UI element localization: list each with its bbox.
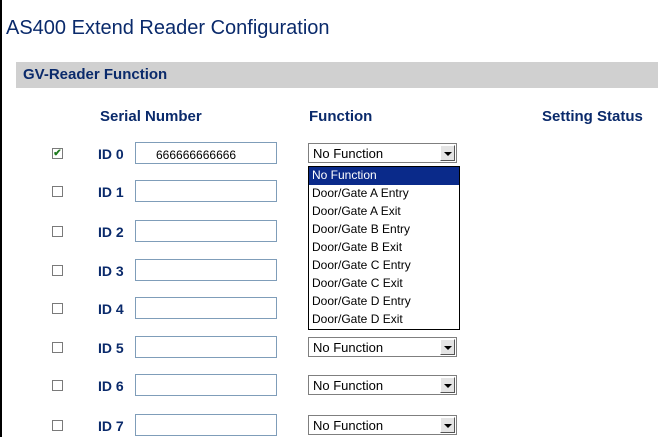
function-select[interactable]: No Function xyxy=(308,375,457,395)
function-select-value: No Function xyxy=(313,418,384,433)
serial-number-input[interactable] xyxy=(135,297,277,319)
function-select-value: No Function xyxy=(313,146,384,161)
dropdown-option[interactable]: Door/Gate D Entry xyxy=(309,293,459,311)
reader-row: ID 5 No Function xyxy=(0,336,658,360)
page-title: AS400 Extend Reader Configuration xyxy=(6,17,330,39)
serial-number-input[interactable] xyxy=(135,259,277,281)
dropdown-option[interactable]: Door/Gate B Entry xyxy=(309,221,459,239)
serial-number-input[interactable] xyxy=(135,336,277,358)
function-select-value: No Function xyxy=(313,340,384,355)
function-select[interactable]: No Function xyxy=(308,337,457,357)
reader-row: ✔ ID 0 No Function xyxy=(0,142,658,166)
column-header-function: Function xyxy=(309,108,373,125)
enable-checkbox[interactable] xyxy=(52,380,63,391)
chevron-down-icon[interactable] xyxy=(440,339,455,355)
section-header: GV-Reader Function xyxy=(16,62,658,88)
enable-checkbox[interactable] xyxy=(52,186,63,197)
id-label: ID 3 xyxy=(98,263,124,279)
serial-number-input[interactable] xyxy=(135,180,277,202)
enable-checkbox[interactable] xyxy=(52,303,63,314)
dropdown-option[interactable]: Door/Gate B Exit xyxy=(309,239,459,257)
function-select[interactable]: No Function xyxy=(308,143,457,163)
serial-number-input[interactable] xyxy=(135,374,277,396)
enable-checkbox[interactable] xyxy=(52,265,63,276)
column-header-setting-status: Setting Status xyxy=(542,108,643,125)
id-label: ID 1 xyxy=(98,184,124,200)
dropdown-option[interactable]: No Function xyxy=(309,167,459,185)
dropdown-option[interactable]: Door/Gate A Exit xyxy=(309,203,459,221)
id-label: ID 7 xyxy=(98,418,124,434)
chevron-down-icon[interactable] xyxy=(440,377,455,393)
chevron-down-icon[interactable] xyxy=(440,145,455,161)
column-header-serial-number: Serial Number xyxy=(100,108,202,125)
serial-number-input[interactable] xyxy=(135,142,277,164)
reader-row: ID 7 No Function xyxy=(0,414,658,438)
enable-checkbox[interactable]: ✔ xyxy=(52,148,63,159)
function-select-value: No Function xyxy=(313,378,384,393)
id-label: ID 6 xyxy=(98,378,124,394)
dropdown-option[interactable]: Door/Gate C Exit xyxy=(309,275,459,293)
id-label: ID 4 xyxy=(98,301,124,317)
dropdown-option[interactable]: Door/Gate D Exit xyxy=(309,311,459,329)
enable-checkbox[interactable] xyxy=(52,342,63,353)
id-label: ID 2 xyxy=(98,224,124,240)
serial-number-input[interactable] xyxy=(135,414,277,436)
chevron-down-icon[interactable] xyxy=(440,417,455,433)
reader-row: ID 6 No Function xyxy=(0,374,658,398)
function-dropdown-list: No Function Door/Gate A Entry Door/Gate … xyxy=(308,166,460,330)
left-border xyxy=(0,0,2,437)
serial-number-input[interactable] xyxy=(135,220,277,242)
section-title: GV-Reader Function xyxy=(23,66,168,83)
dropdown-option[interactable]: Door/Gate C Entry xyxy=(309,257,459,275)
enable-checkbox[interactable] xyxy=(52,226,63,237)
enable-checkbox[interactable] xyxy=(52,420,63,431)
id-label: ID 0 xyxy=(98,146,124,162)
id-label: ID 5 xyxy=(98,340,124,356)
function-select[interactable]: No Function xyxy=(308,415,457,435)
dropdown-option[interactable]: Door/Gate A Entry xyxy=(309,185,459,203)
